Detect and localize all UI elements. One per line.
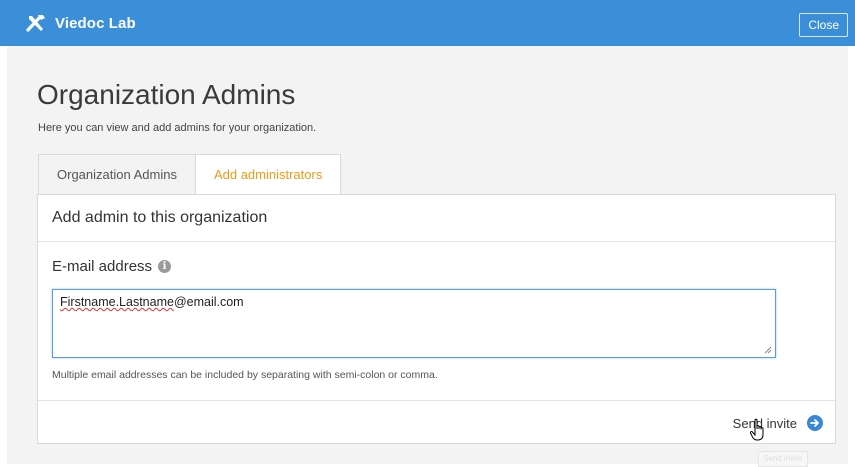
email-field[interactable]: Firstname.Lastname@email.com bbox=[52, 289, 776, 358]
info-icon[interactable]: i bbox=[158, 260, 172, 273]
panel-header: Add admin to this organization bbox=[38, 195, 835, 242]
email-value-name: Firstname.Lastname bbox=[60, 295, 174, 309]
email-field-label: E-mail address i bbox=[52, 258, 172, 275]
panel-footer: Send invite bbox=[38, 401, 835, 445]
hand-cursor-icon bbox=[749, 418, 764, 441]
top-bar: Viedoc Lab Close bbox=[0, 0, 855, 46]
ghost-send-invite-button: Send invite bbox=[758, 451, 808, 467]
panel-body: E-mail address i Firstname.Lastname@emai… bbox=[38, 242, 835, 401]
arrow-right-circle-icon bbox=[807, 415, 823, 431]
add-admin-panel: Add admin to this organization E-mail ad… bbox=[37, 194, 836, 444]
resize-handle-icon[interactable] bbox=[764, 346, 772, 354]
help-text: Multiple email addresses can be included… bbox=[52, 369, 438, 381]
page-description: Here you can view and add admins for you… bbox=[38, 122, 317, 134]
app-logo[interactable]: Viedoc Lab bbox=[26, 14, 136, 32]
close-button[interactable]: Close bbox=[799, 13, 848, 37]
email-label-text: E-mail address bbox=[52, 258, 153, 275]
main-content: Organization Admins Here you can view an… bbox=[7, 46, 848, 464]
page-title: Organization Admins bbox=[37, 79, 296, 110]
tools-icon bbox=[26, 15, 45, 32]
email-value-domain: @email.com bbox=[173, 295, 244, 309]
tab-bar: Organization Admins Add administrators bbox=[38, 154, 342, 195]
send-invite-button[interactable]: Send invite bbox=[733, 415, 823, 431]
tab-add-administrators[interactable]: Add administrators bbox=[195, 154, 342, 195]
tab-organization-admins[interactable]: Organization Admins bbox=[38, 154, 196, 194]
app-name: Viedoc Lab bbox=[55, 14, 136, 32]
